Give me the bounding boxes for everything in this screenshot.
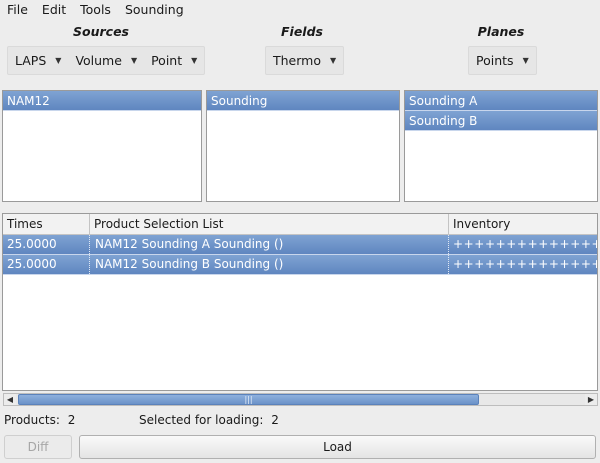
menu-sounding[interactable]: Sounding — [117, 0, 190, 20]
menu-edit[interactable]: Edit — [34, 0, 72, 20]
list-item[interactable]: Sounding B — [405, 111, 597, 131]
load-button[interactable]: Load — [79, 435, 596, 459]
selected-status: Selected for loading: 2 — [139, 413, 279, 427]
point-dropdown[interactable]: Point ▼ — [144, 47, 204, 74]
chevron-down-icon: ▼ — [522, 56, 529, 65]
points-dropdown-label: Points — [476, 53, 514, 68]
fields-title: Fields — [281, 24, 323, 39]
scroll-right-icon[interactable]: ▶ — [585, 394, 597, 405]
planes-list[interactable]: Sounding A Sounding B — [404, 90, 598, 202]
selected-count: 2 — [271, 413, 279, 427]
cell-inventory: +++++++++++++++++ — [453, 237, 597, 251]
chevron-down-icon: ▼ — [130, 56, 138, 65]
cell-inventory: +++++++++++++++++ — [453, 257, 597, 271]
list-item[interactable]: NAM12 — [3, 91, 201, 111]
grip-icon: ||| — [244, 395, 253, 404]
chevron-down-icon: ▼ — [330, 56, 337, 65]
thermo-dropdown-label: Thermo — [273, 53, 321, 68]
fields-list[interactable]: Sounding — [206, 90, 400, 202]
menu-bar: File Edit Tools Sounding — [0, 0, 600, 20]
menu-file[interactable]: File — [0, 0, 34, 20]
products-count: 2 — [67, 413, 76, 427]
cell-time: 25.0000 — [3, 255, 90, 274]
volume-dropdown[interactable]: Volume ▼ — [68, 47, 144, 74]
diff-button[interactable]: Diff — [4, 435, 72, 459]
column-header-inventory[interactable]: Inventory — [449, 214, 597, 234]
products-status: Products: 2 — [4, 413, 75, 427]
fields-dropdown-bar: Thermo ▼ — [265, 46, 345, 75]
sources-list[interactable]: NAM12 — [2, 90, 202, 202]
list-item[interactable]: Sounding — [207, 91, 399, 111]
scroll-left-icon[interactable]: ◀ — [4, 394, 16, 405]
laps-dropdown[interactable]: LAPS ▼ — [8, 47, 68, 74]
horizontal-scrollbar[interactable]: ◀ ||| ▶ — [3, 393, 598, 406]
list-item[interactable]: Sounding A — [405, 91, 597, 111]
selected-label: Selected for loading: — [139, 413, 264, 427]
table-header: Times Product Selection List Inventory — [3, 214, 597, 235]
menu-tools[interactable]: Tools — [72, 0, 117, 20]
cell-time: 25.0000 — [3, 235, 90, 254]
table-row[interactable]: 25.0000 NAM12 Sounding A Sounding () +++… — [3, 235, 597, 255]
table-row[interactable]: 25.0000 NAM12 Sounding B Sounding () +++… — [3, 255, 597, 275]
chevron-down-icon: ▼ — [191, 56, 198, 65]
laps-dropdown-label: LAPS — [15, 53, 47, 68]
point-dropdown-label: Point — [151, 53, 183, 68]
column-header-product[interactable]: Product Selection List — [90, 214, 449, 234]
thermo-dropdown[interactable]: Thermo ▼ — [266, 47, 343, 74]
volume-dropdown-label: Volume — [75, 53, 122, 68]
planes-title: Planes — [477, 24, 525, 39]
product-table[interactable]: Times Product Selection List Inventory 2… — [2, 213, 598, 391]
sources-title: Sources — [73, 24, 129, 39]
points-dropdown[interactable]: Points ▼ — [469, 47, 536, 74]
sources-dropdown-bar: LAPS ▼ Volume ▼ Point ▼ — [7, 46, 206, 75]
column-header-times[interactable]: Times — [3, 214, 90, 234]
cell-product: NAM12 Sounding B Sounding () — [90, 255, 449, 274]
products-label: Products: — [4, 413, 60, 427]
chevron-down-icon: ▼ — [55, 56, 62, 65]
cell-product: NAM12 Sounding A Sounding () — [90, 235, 449, 254]
scrollbar-thumb[interactable]: ||| — [18, 394, 479, 405]
planes-dropdown-bar: Points ▼ — [468, 46, 537, 75]
